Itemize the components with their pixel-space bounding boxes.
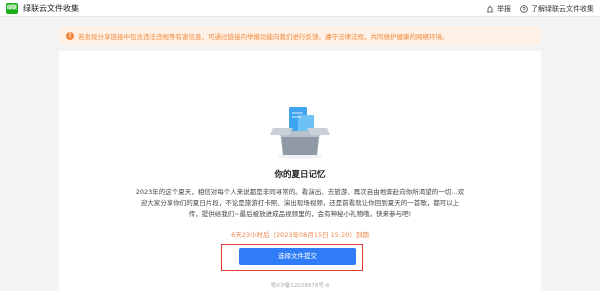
app-title: 绿联云文件收集 <box>23 4 79 13</box>
deadline-text: 6天23小时后（2023年08月15日 15:20）到期 <box>231 231 369 239</box>
warning-icon: ! <box>66 31 74 40</box>
learn-more-link[interactable]: 了解绿联云文件收集 <box>520 4 594 14</box>
report-label: 举报 <box>497 4 511 13</box>
file-box-illustration-icon <box>270 107 330 159</box>
warning-text: 若发现分享链接中包含违法违规等有害信息，可通过链接内举报功能向我们进行反馈。遵守… <box>78 32 449 41</box>
app-logo: 绿联 <box>6 3 18 14</box>
collection-description: 2023年的这个夏天，相信对每个人来说都是非同寻常的。看演出、去旅游、再次自由地… <box>135 188 465 218</box>
icp-footer[interactable]: 粤ICP备12028978号-6 <box>59 281 541 289</box>
warning-banner: ! 若发现分享链接中包含违法违规等有害信息，可通过链接内举报功能向我们进行反馈。… <box>59 26 541 45</box>
help-circle-icon <box>520 4 528 13</box>
report-icon <box>487 5 493 12</box>
select-file-submit-button[interactable]: 选择文件提交 <box>239 248 356 265</box>
collection-title: 你的夏日记忆 <box>274 170 326 180</box>
top-bar: 绿联 绿联云文件收集 举报 了解绿联云文件收集 <box>0 0 600 17</box>
learn-more-label: 了解绿联云文件收集 <box>531 4 594 13</box>
top-nav: 举报 了解绿联云文件收集 <box>477 3 594 14</box>
report-link[interactable]: 举报 <box>486 4 511 14</box>
collection-card: 你的夏日记忆 2023年的这个夏天，相信对每个人来说都是非同寻常的。看演出、去旅… <box>59 51 541 291</box>
